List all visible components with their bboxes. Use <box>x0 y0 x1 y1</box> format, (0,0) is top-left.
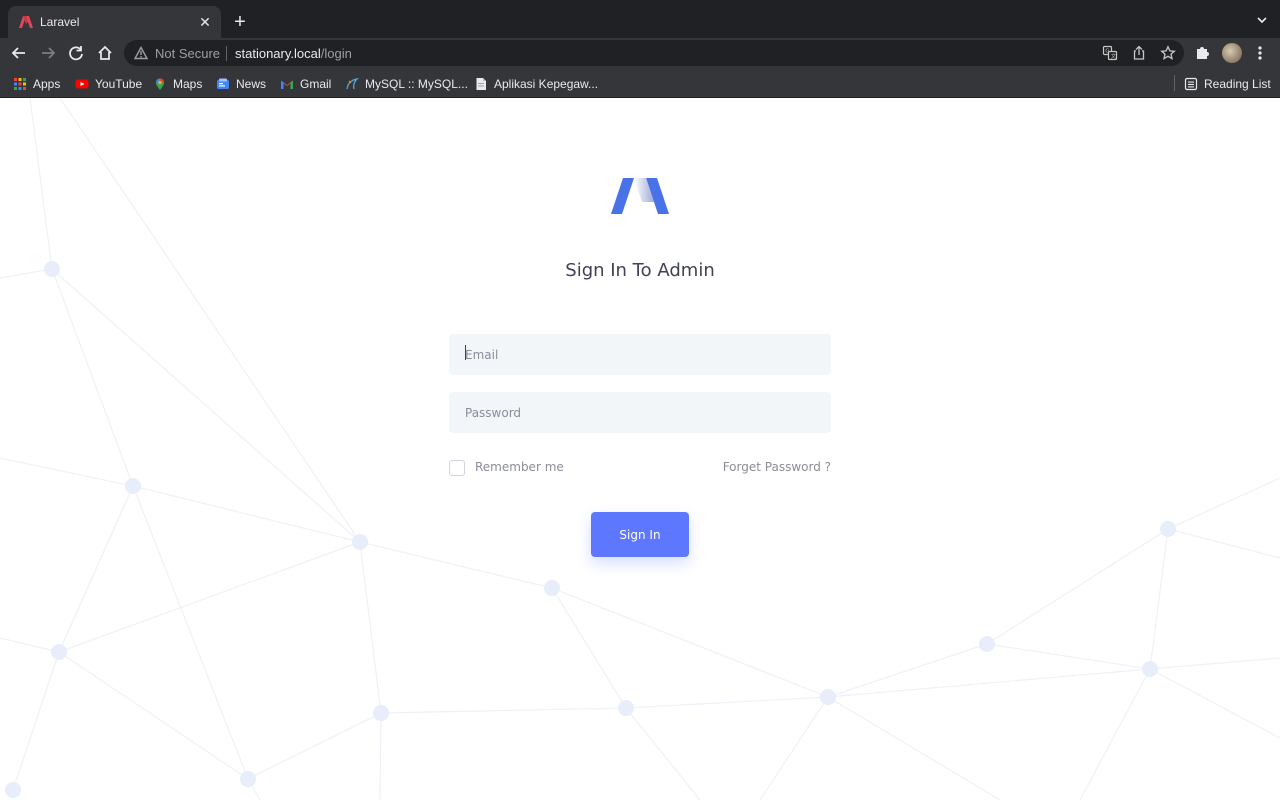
bookmark-youtube[interactable]: YouTube <box>75 76 142 92</box>
bookmark-label: YouTube <box>95 76 143 91</box>
sign-in-button[interactable]: Sign In <box>591 512 689 557</box>
translate-icon[interactable]: G 文 <box>1102 45 1118 61</box>
news-icon <box>217 78 229 89</box>
maps-icon <box>156 78 164 90</box>
address-bar[interactable]: Not Secure stationary.local/login G 文 <box>124 40 1184 66</box>
new-tab-button[interactable]: + <box>230 12 250 32</box>
bookmark-aplikasi-kepegawaian[interactable]: Aplikasi Kepegaw... <box>474 76 598 92</box>
bookmark-gmail[interactable]: Gmail <box>280 76 331 92</box>
not-secure-label: Not Secure <box>155 46 221 61</box>
back-arrow-icon[interactable] <box>8 42 30 64</box>
warning-triangle-icon[interactable] <box>134 46 148 60</box>
remember-me-label[interactable]: Remember me <box>475 460 564 474</box>
bookmark-label: MySQL :: MySQL... <box>365 76 468 91</box>
home-icon[interactable] <box>94 42 116 64</box>
share-icon[interactable] <box>1131 45 1147 61</box>
extensions-puzzle-icon[interactable] <box>1194 43 1212 61</box>
remember-me-checkbox[interactable] <box>449 460 465 476</box>
browser-tab[interactable]: Laravel ✕ <box>8 6 221 38</box>
bookmark-news[interactable]: News <box>216 76 266 92</box>
bookmark-label: News <box>236 76 267 91</box>
bookmark-maps[interactable]: Maps <box>153 76 202 92</box>
omnibox-divider <box>226 46 227 61</box>
page-title: Sign In To Admin <box>565 260 715 281</box>
url-path: /login <box>320 46 352 61</box>
bookmark-apps[interactable]: Apps <box>13 76 60 92</box>
gmail-icon <box>281 80 293 89</box>
mysql-icon <box>346 77 359 89</box>
bookmarks-divider <box>1174 75 1175 91</box>
reload-icon[interactable] <box>65 42 87 64</box>
password-field[interactable] <box>449 392 831 433</box>
bookmark-star-icon[interactable] <box>1160 45 1176 61</box>
laravel-favicon-icon <box>19 16 33 28</box>
svg-text:G: G <box>1105 49 1109 55</box>
tab-title: Laravel <box>40 15 80 29</box>
more-menu-icon[interactable] <box>1254 44 1266 62</box>
url-text: stationary.local/login <box>235 46 352 61</box>
browser-toolbar: Not Secure stationary.local/login G 文 <box>0 38 1280 68</box>
tab-search-chevron-icon[interactable] <box>1256 14 1268 26</box>
admin-logo-icon <box>611 178 669 214</box>
close-tab-icon[interactable]: ✕ <box>197 14 213 30</box>
login-page: Sign In To Admin Remember me Forget Pass… <box>0 98 1280 800</box>
bookmarks-bar: Apps YouTube Maps News Gmail MySQL:: My… <box>0 68 1280 98</box>
profile-avatar[interactable] <box>1222 43 1242 63</box>
url-host: stationary.local <box>235 46 321 61</box>
bookmark-label: Aplikasi Kepegaw... <box>494 76 599 91</box>
bookmark-mysql[interactable]: MySQL :: MySQL... <box>345 76 468 92</box>
bookmark-label: Apps <box>33 76 61 91</box>
svg-text:文: 文 <box>1111 52 1117 60</box>
text-cursor <box>465 345 466 360</box>
reading-list-label: Reading List <box>1204 76 1271 91</box>
forward-arrow-icon[interactable] <box>37 42 59 64</box>
browser-tab-strip: Laravel ✕ + <box>0 0 1280 38</box>
document-icon <box>476 77 486 90</box>
youtube-icon <box>75 79 89 89</box>
reading-list-button[interactable]: Reading List <box>1184 76 1271 92</box>
reading-list-icon <box>1184 77 1198 90</box>
apps-grid-icon <box>14 77 26 90</box>
email-field[interactable] <box>449 334 831 375</box>
bookmark-label: Maps <box>173 76 203 91</box>
bookmark-label: Gmail <box>300 76 332 91</box>
forgot-password-link[interactable]: Forget Password ? <box>723 460 831 474</box>
